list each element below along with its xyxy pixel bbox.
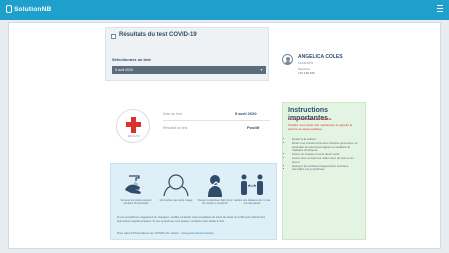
caption-hand-wash: Se laver les mains souvent pendant 20 se… — [120, 199, 152, 206]
instructions-alert: Le test COVID-19 a été détecté. — [288, 117, 333, 121]
instructions-subtext: Veuillez vous isoler dès maintenant et a… — [288, 123, 353, 131]
medicare-number: 710 148 395 — [298, 71, 315, 75]
logo-icon — [6, 5, 12, 13]
result-type-label: RÉSULTAT — [127, 135, 141, 138]
main-page: Résultats du test COVID-19 Sélectionnez … — [8, 22, 441, 249]
prevention-panel: Se laver les mains souvent pendant 20 se… — [110, 163, 277, 240]
caption-distance: Gardez une distance de 2 m les uns des a… — [233, 199, 271, 206]
date-label: Date du test — [163, 112, 182, 116]
user-avatar-icon — [282, 54, 293, 65]
cough-elbow-icon — [208, 175, 222, 197]
instructions-list: Restez à la maison. Évitez tout contact … — [292, 137, 362, 172]
brand-text: SolutionNB — [14, 6, 52, 13]
result-indicator: RÉSULTAT — [116, 109, 150, 143]
divider — [163, 120, 270, 121]
brand-logo[interactable]: SolutionNB — [6, 5, 51, 13]
results-title: Résultats du test COVID-19 — [119, 32, 197, 38]
chevron-down-icon: ▼ — [260, 68, 263, 72]
select-label: Sélectionnez un test — [112, 57, 151, 62]
hamburger-menu-icon[interactable] — [437, 5, 443, 13]
caption-no-touch: Ne touchez pas votre visage — [159, 199, 193, 202]
top-navigation-bar: SolutionNB — [0, 0, 449, 20]
date-value: 5 avril 2020 — [235, 111, 257, 116]
result-label: Résultat du test — [163, 126, 188, 130]
no-touch-face-icon — [163, 174, 189, 197]
result-value: Positif — [247, 125, 260, 130]
list-item: Surveillez vos symptômes. — [292, 168, 362, 172]
caption-cough: Tousser et éternuer dans le pli du coude… — [197, 199, 233, 206]
more-info-line: Pour plus d'informations sur COVID-19, v… — [117, 231, 214, 235]
select-value: 5 avril 2020 — [115, 68, 134, 72]
test-selection-card: Résultats du test COVID-19 Sélectionnez … — [105, 27, 269, 81]
instructions-panel: Instructions importantes Le test COVID-1… — [282, 102, 366, 240]
more-info-text: Pour plus d'informations sur COVID-19, v… — [117, 231, 181, 235]
symptoms-paragraph: Si vos symptômes s'aggravent ou changent… — [117, 216, 265, 223]
hand-wash-icon — [125, 175, 141, 194]
distance-icon — [241, 174, 263, 195]
title-icon — [111, 34, 116, 39]
patient-dob: 14/06/1975 — [298, 61, 314, 65]
patient-name: ANGELICA COLES — [298, 54, 343, 60]
coronavirus-link[interactable]: www.gnb.ca/coronavirus — [181, 231, 214, 235]
test-select[interactable]: 5 avril 2020 ▼ — [112, 66, 266, 74]
